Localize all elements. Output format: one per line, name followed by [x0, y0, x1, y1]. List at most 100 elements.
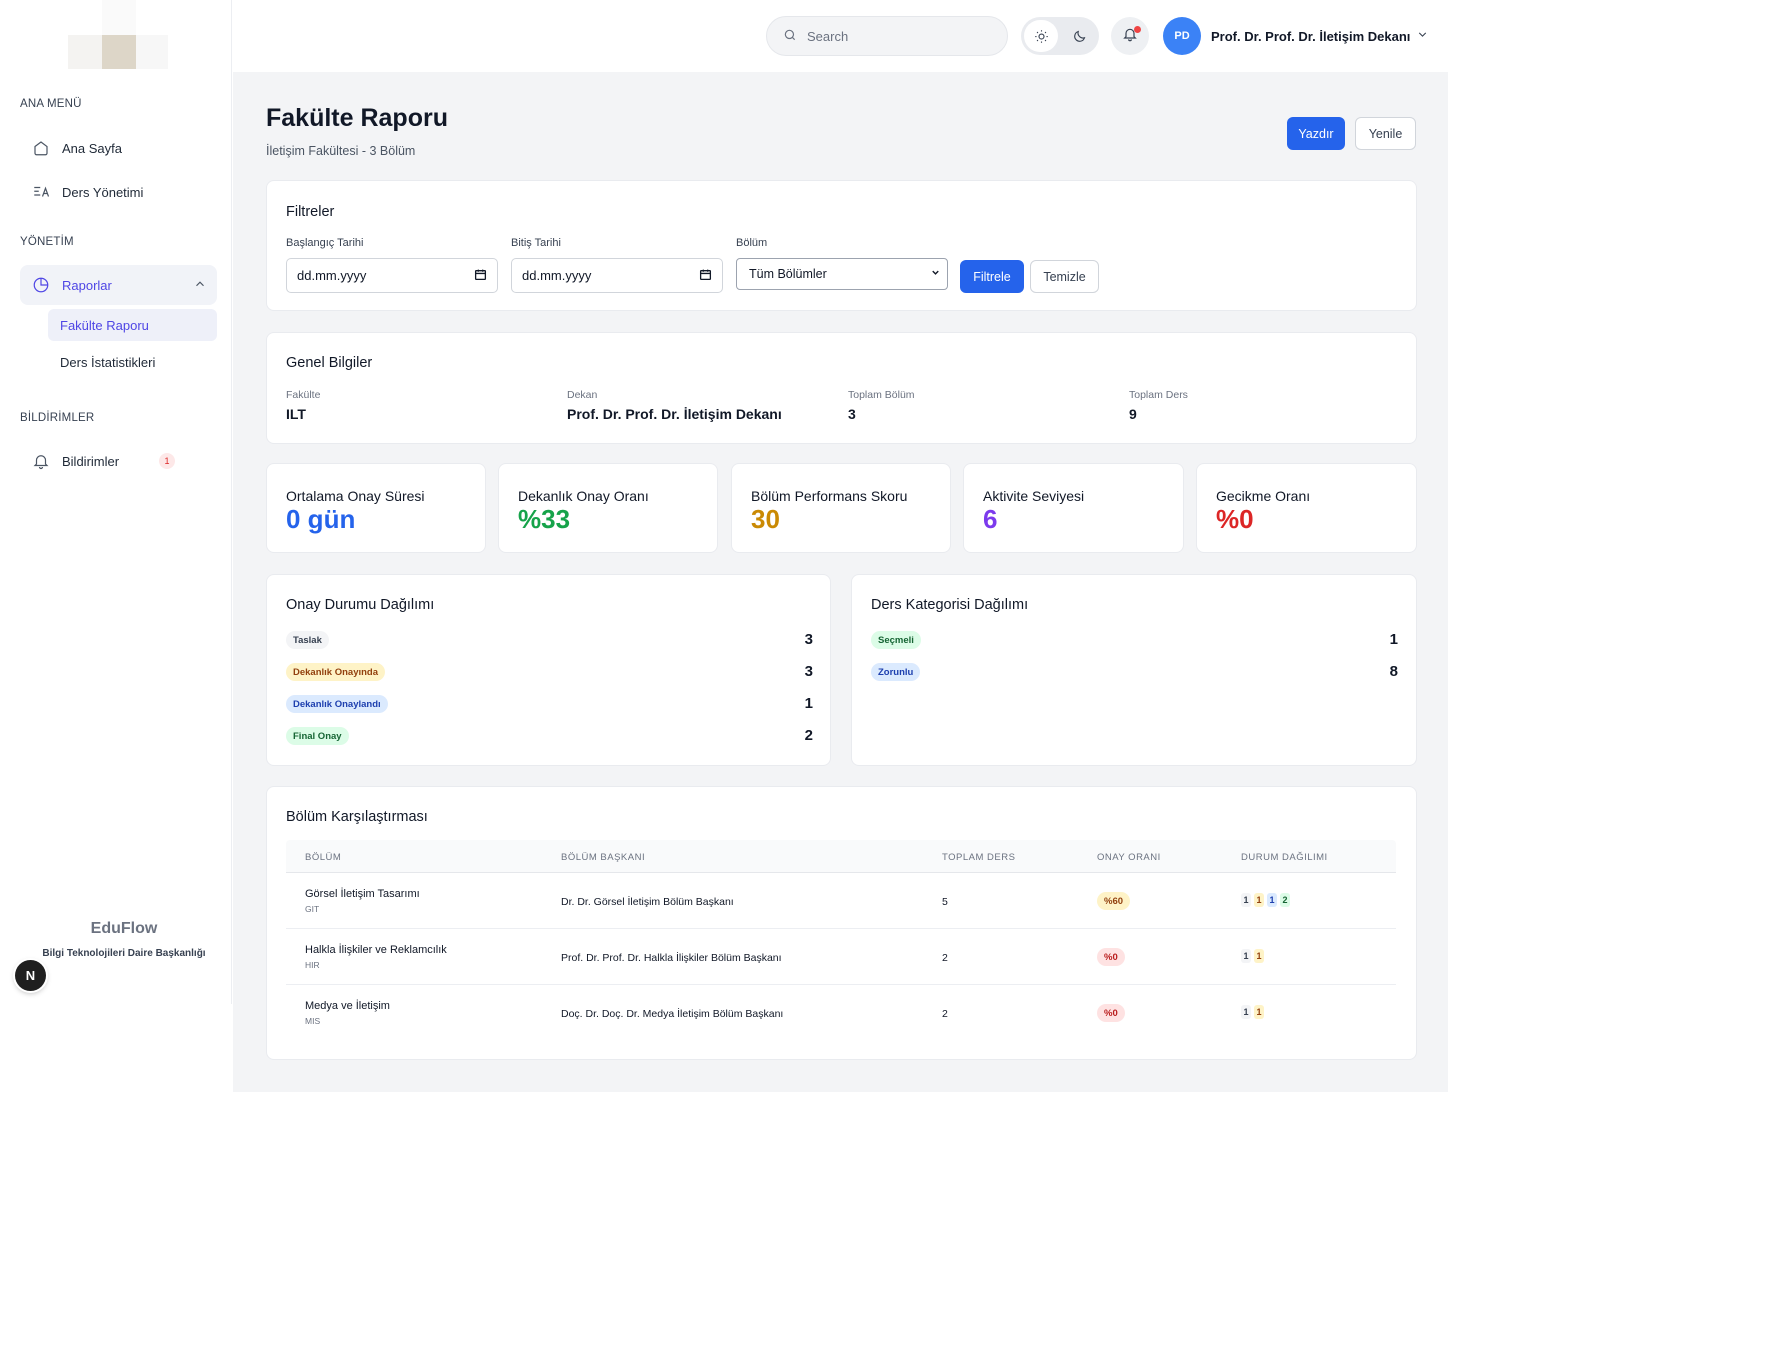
status-badge-draft: Taslak	[286, 631, 329, 649]
department-name: Görsel İletişim Tasarımı	[305, 888, 420, 900]
status-badge-final: Final Onay	[286, 727, 349, 745]
status-chip: 1	[1241, 949, 1251, 963]
sidebar-item-reports[interactable]: Raporlar	[20, 265, 217, 305]
stat-value: %0	[1216, 504, 1254, 534]
user-name: Prof. Dr. Prof. Dr. İletişim Dekanı	[1211, 28, 1411, 44]
status-chip: 1	[1241, 893, 1251, 907]
sidebar-item-notifications[interactable]: Bildirimler 1	[20, 441, 217, 481]
chevron-up-icon[interactable]	[193, 277, 207, 294]
category-distribution-card: Ders Kategorisi Dağılımı Seçmeli 1 Zorun…	[851, 574, 1417, 766]
status-chips: 1 1	[1241, 949, 1264, 963]
column-header: DURUM DAĞILIMI	[1241, 852, 1328, 863]
stat-card-activity: Aktivite Seviyesi 6	[963, 463, 1184, 553]
search-placeholder: Search	[807, 28, 849, 44]
stat-value: %33	[518, 504, 571, 534]
user-menu[interactable]: Prof. Dr. Prof. Dr. İletişim Dekanı	[1211, 28, 1429, 44]
status-badge-dean-approved: Dekanlık Onaylandı	[286, 695, 388, 713]
sidebar-item-courses[interactable]: Ders Yönetimi	[20, 172, 217, 212]
table-row[interactable]: Görsel İletişim Tasarımı GIT Dr. Dr. Gör…	[286, 873, 1396, 929]
home-icon	[32, 139, 50, 157]
logo	[68, 0, 168, 70]
pie-chart-icon	[32, 276, 50, 294]
filters-title: Filtreler	[286, 204, 335, 220]
translate-icon	[32, 183, 50, 201]
dev-indicator-button[interactable]: N	[15, 960, 46, 991]
stat-card-delay: Gecikme Oranı %0	[1196, 463, 1417, 553]
refresh-button[interactable]: Yenile	[1355, 117, 1416, 150]
department-selected: Tüm Bölümler	[749, 267, 827, 281]
approval-distribution-title: Onay Durumu Dağılımı	[286, 597, 435, 613]
start-date-input[interactable]: dd.mm.yyyy	[286, 258, 498, 293]
department-code: GIT	[305, 904, 320, 914]
sidebar-item-label: Ana Sayfa	[62, 140, 122, 156]
sidebar-item-faculty-report[interactable]: Fakülte Raporu	[48, 309, 217, 341]
status-count: 3	[804, 631, 813, 648]
calendar-icon	[474, 268, 487, 284]
category-distribution-title: Ders Kategorisi Dağılımı	[871, 597, 1029, 613]
notification-count-badge: 1	[159, 453, 176, 469]
dean-label: Dekan	[567, 389, 598, 401]
department-head: Doç. Dr. Doç. Dr. Medya İletişim Bölüm B…	[561, 1008, 784, 1020]
category-count: 1	[1389, 631, 1398, 648]
stat-value: 6	[983, 504, 998, 534]
sidebar-item-label: Bildirimler	[62, 453, 120, 469]
column-header: ONAY ORANI	[1097, 852, 1161, 863]
start-date-label: Başlangıç Tarihi	[286, 237, 364, 249]
table-row[interactable]: Medya ve İletişim MIS Doç. Dr. Doç. Dr. …	[286, 985, 1396, 1041]
stat-label: Aktivite Seviyesi	[983, 488, 1085, 504]
end-date-input[interactable]: dd.mm.yyyy	[511, 258, 723, 293]
search-icon	[783, 28, 797, 45]
department-select[interactable]: Tüm Bölümler	[736, 258, 948, 290]
print-button[interactable]: Yazdır	[1287, 117, 1345, 150]
notification-dot	[1134, 26, 1141, 33]
general-info-title: Genel Bilgiler	[286, 355, 373, 371]
general-info-card: Genel Bilgiler Fakülte ILT Dekan Prof. D…	[266, 332, 1417, 444]
status-chips: 1 1 1 2	[1241, 893, 1290, 907]
sidebar-item-course-stats[interactable]: Ders İstatistikleri	[48, 346, 217, 378]
department-label: Bölüm	[736, 237, 768, 249]
status-chip: 1	[1241, 1005, 1251, 1019]
section-title-notifications: BİLDİRİMLER	[20, 412, 95, 424]
end-date-label: Bitiş Tarihi	[511, 237, 561, 249]
moon-icon[interactable]	[1062, 20, 1096, 52]
status-chip: 1	[1254, 893, 1264, 907]
stat-value: 0 gün	[286, 504, 356, 534]
table-row[interactable]: Halkla İlişkiler ve Reklamcılık HIR Prof…	[286, 929, 1396, 985]
theme-toggle[interactable]	[1021, 17, 1099, 55]
sidebar-item-home[interactable]: Ana Sayfa	[20, 128, 217, 168]
sun-icon[interactable]	[1024, 20, 1058, 52]
course-count-value: 9	[1129, 406, 1137, 422]
stat-label: Dekanlık Onay Oranı	[518, 488, 649, 504]
filter-button[interactable]: Filtrele	[960, 260, 1024, 293]
table-header: BÖLÜM BÖLÜM BAŞKANI TOPLAM DERS ONAY ORA…	[286, 840, 1396, 873]
department-code: HIR	[305, 960, 320, 970]
sidebar: ANA MENÜ Ana Sayfa Ders Yönetimi YÖNETİM…	[0, 0, 232, 1004]
bell-icon	[32, 452, 50, 470]
column-header: BÖLÜM BAŞKANI	[561, 852, 646, 863]
status-count: 2	[804, 727, 813, 744]
page-subtitle: İletişim Fakültesi - 3 Bölüm	[266, 144, 416, 158]
status-chip: 1	[1254, 1005, 1264, 1019]
total-courses: 2	[942, 1008, 948, 1020]
avatar[interactable]: PD	[1163, 17, 1201, 55]
search-input[interactable]: Search	[766, 16, 1008, 56]
date-placeholder: dd.mm.yyyy	[522, 268, 592, 283]
status-chip: 1	[1267, 893, 1277, 907]
sidebar-item-label: Raporlar	[62, 277, 112, 293]
total-courses: 5	[942, 896, 948, 908]
status-badge-dean-pending: Dekanlık Onayında	[286, 663, 386, 681]
column-header: TOPLAM DERS	[942, 852, 1016, 863]
department-count-value: 3	[848, 406, 856, 422]
sidebar-item-label: Ders Yönetimi	[62, 184, 144, 200]
faculty-label: Fakülte	[286, 389, 321, 401]
clear-button[interactable]: Temizle	[1030, 260, 1099, 293]
status-chips: 1 1	[1241, 1005, 1264, 1019]
status-chip: 1	[1254, 949, 1264, 963]
approval-distribution-card: Onay Durumu Dağılımı Taslak 3 Dekanlık O…	[266, 574, 831, 766]
approval-rate-badge: %0	[1097, 948, 1125, 966]
notifications-button[interactable]	[1111, 17, 1149, 55]
brand-name: EduFlow	[90, 920, 158, 937]
department-comparison-title: Bölüm Karşılaştırması	[286, 809, 428, 825]
status-chip: 2	[1280, 893, 1290, 907]
stat-label: Bölüm Performans Skoru	[751, 488, 908, 504]
